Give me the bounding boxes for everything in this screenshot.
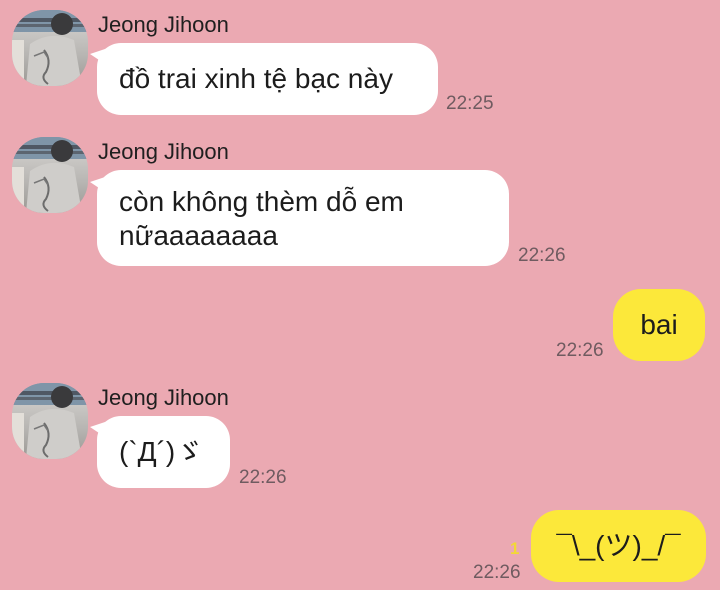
outgoing-message-bubble[interactable]: bai [613,289,705,361]
message-text: (`Д´)ゞ [119,436,204,467]
sender-name: Jeong Jihoon [98,385,229,410]
avatar[interactable] [12,383,88,459]
message-text: ¯\_(ツ)_/¯ [556,530,681,561]
message-timestamp: 22:26 [473,562,521,583]
message-timestamp: 22:26 [239,467,287,488]
avatar[interactable] [12,137,88,213]
unread-count-badge: 1 [510,539,520,558]
sender-name: Jeong Jihoon [98,139,229,164]
message-timestamp: 22:26 [518,245,566,266]
outgoing-message-bubble[interactable]: ¯\_(ツ)_/¯ [531,510,706,582]
message-text: bai [640,309,678,340]
incoming-message-bubble[interactable]: đồ trai xinh tệ bạc này [97,43,438,115]
message-timestamp: 22:26 [556,340,604,361]
sender-name: Jeong Jihoon [98,12,229,37]
incoming-message-bubble[interactable]: còn không thèm dỗ em nữaaaaaaaa [97,170,509,266]
avatar[interactable] [12,10,88,86]
message-text: còn không thèm dỗ em nữaaaaaaaa [119,186,404,251]
message-text: đồ trai xinh tệ bạc này [119,63,393,94]
incoming-message-bubble[interactable]: (`Д´)ゞ [97,416,230,488]
message-timestamp: 22:25 [446,93,494,114]
